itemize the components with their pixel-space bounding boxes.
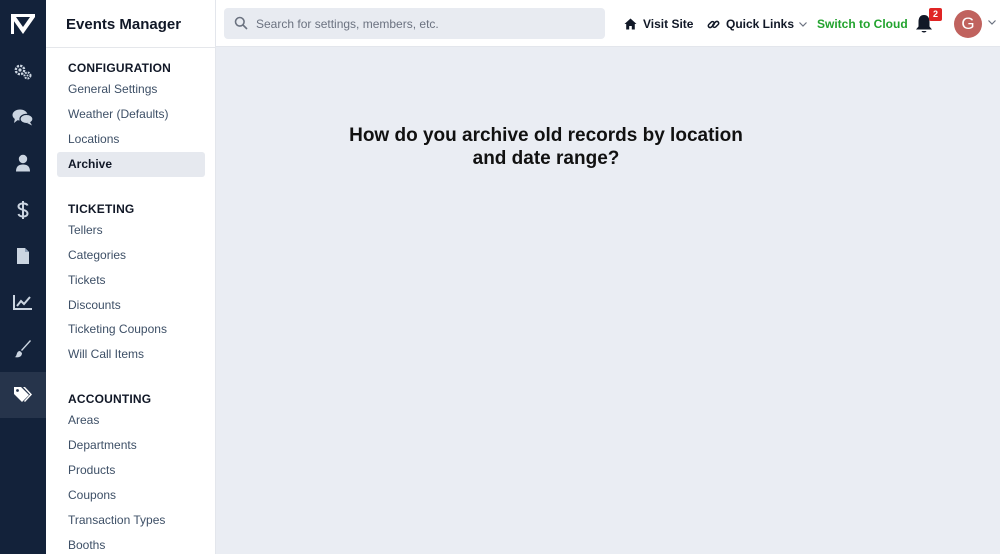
sidebar-item-categories[interactable]: Categories (57, 243, 205, 268)
home-icon (624, 18, 637, 30)
chart-line-icon (13, 295, 32, 310)
sidebar-divider (46, 47, 216, 48)
search-box[interactable] (224, 8, 605, 39)
visit-site-link[interactable]: Visit Site (624, 15, 693, 33)
chevron-down-icon (799, 21, 807, 27)
sidebar-item-locations[interactable]: Locations (57, 127, 205, 152)
rail-item-finance[interactable] (0, 187, 46, 233)
user-avatar[interactable]: G (954, 10, 982, 38)
link-icon (707, 20, 720, 28)
rail-item-settings[interactable] (0, 49, 46, 95)
app-title: Events Manager (66, 16, 182, 33)
rail-item-documents[interactable] (0, 233, 46, 279)
quick-links-dropdown[interactable]: Quick Links (707, 15, 807, 33)
sidebar-item-tellers[interactable]: Tellers (57, 218, 205, 243)
sidebar-item-discounts[interactable]: Discounts (57, 293, 205, 318)
sidebar-item-weather-defaults[interactable]: Weather (Defaults) (57, 102, 205, 127)
sidebar-item-products[interactable]: Products (57, 458, 205, 483)
file-icon (17, 248, 29, 264)
dollar-icon (17, 201, 29, 219)
sidebar-item-will-call-items[interactable]: Will Call Items (57, 342, 205, 367)
search-icon (234, 16, 248, 30)
sidebar-item-general-settings[interactable]: General Settings (57, 77, 205, 102)
rail-item-messages[interactable] (0, 94, 46, 140)
sidebar-item-booths[interactable]: Booths (57, 533, 205, 554)
page-question: How do you archive old records by locati… (349, 125, 743, 169)
sidebar-item-areas[interactable]: Areas (57, 408, 205, 433)
section-title-configuration: CONFIGURATION (68, 61, 172, 75)
sidebar-item-ticketing-coupons[interactable]: Ticketing Coupons (57, 317, 205, 342)
rail-item-reports[interactable] (0, 279, 46, 325)
rail-item-tags[interactable] (0, 372, 46, 418)
rail-item-users[interactable] (0, 140, 46, 186)
chevron-down-icon[interactable] (988, 20, 996, 25)
brush-icon (14, 340, 31, 358)
user-icon (16, 154, 30, 172)
visit-site-label: Visit Site (643, 17, 694, 31)
top-bar: Visit Site Quick Links Switch to Cloud 2… (216, 0, 1000, 47)
main-content: How do you archive old records by locati… (216, 48, 1000, 554)
icon-rail (0, 0, 46, 554)
section-title-accounting: ACCOUNTING (68, 392, 152, 406)
sidebar-item-tickets[interactable]: Tickets (57, 268, 205, 293)
quick-links-label: Quick Links (726, 17, 795, 31)
rail-item-design[interactable] (0, 326, 46, 372)
gears-icon (14, 64, 32, 80)
comments-icon (12, 109, 34, 126)
app-logo[interactable] (0, 0, 46, 48)
tags-icon (14, 387, 32, 402)
notification-count-badge: 2 (929, 8, 942, 21)
sidebar-item-coupons[interactable]: Coupons (57, 483, 205, 508)
search-input[interactable] (256, 8, 596, 39)
section-title-ticketing: TICKETING (68, 202, 135, 216)
sidebar-item-departments[interactable]: Departments (57, 433, 205, 458)
settings-sidebar: Events Manager CONFIGURATION General Set… (46, 0, 216, 554)
switch-to-cloud-link[interactable]: Switch to Cloud (817, 17, 908, 31)
sidebar-item-transaction-types[interactable]: Transaction Types (57, 508, 205, 533)
logo-icon (11, 14, 35, 34)
sidebar-item-archive[interactable]: Archive (57, 152, 205, 177)
